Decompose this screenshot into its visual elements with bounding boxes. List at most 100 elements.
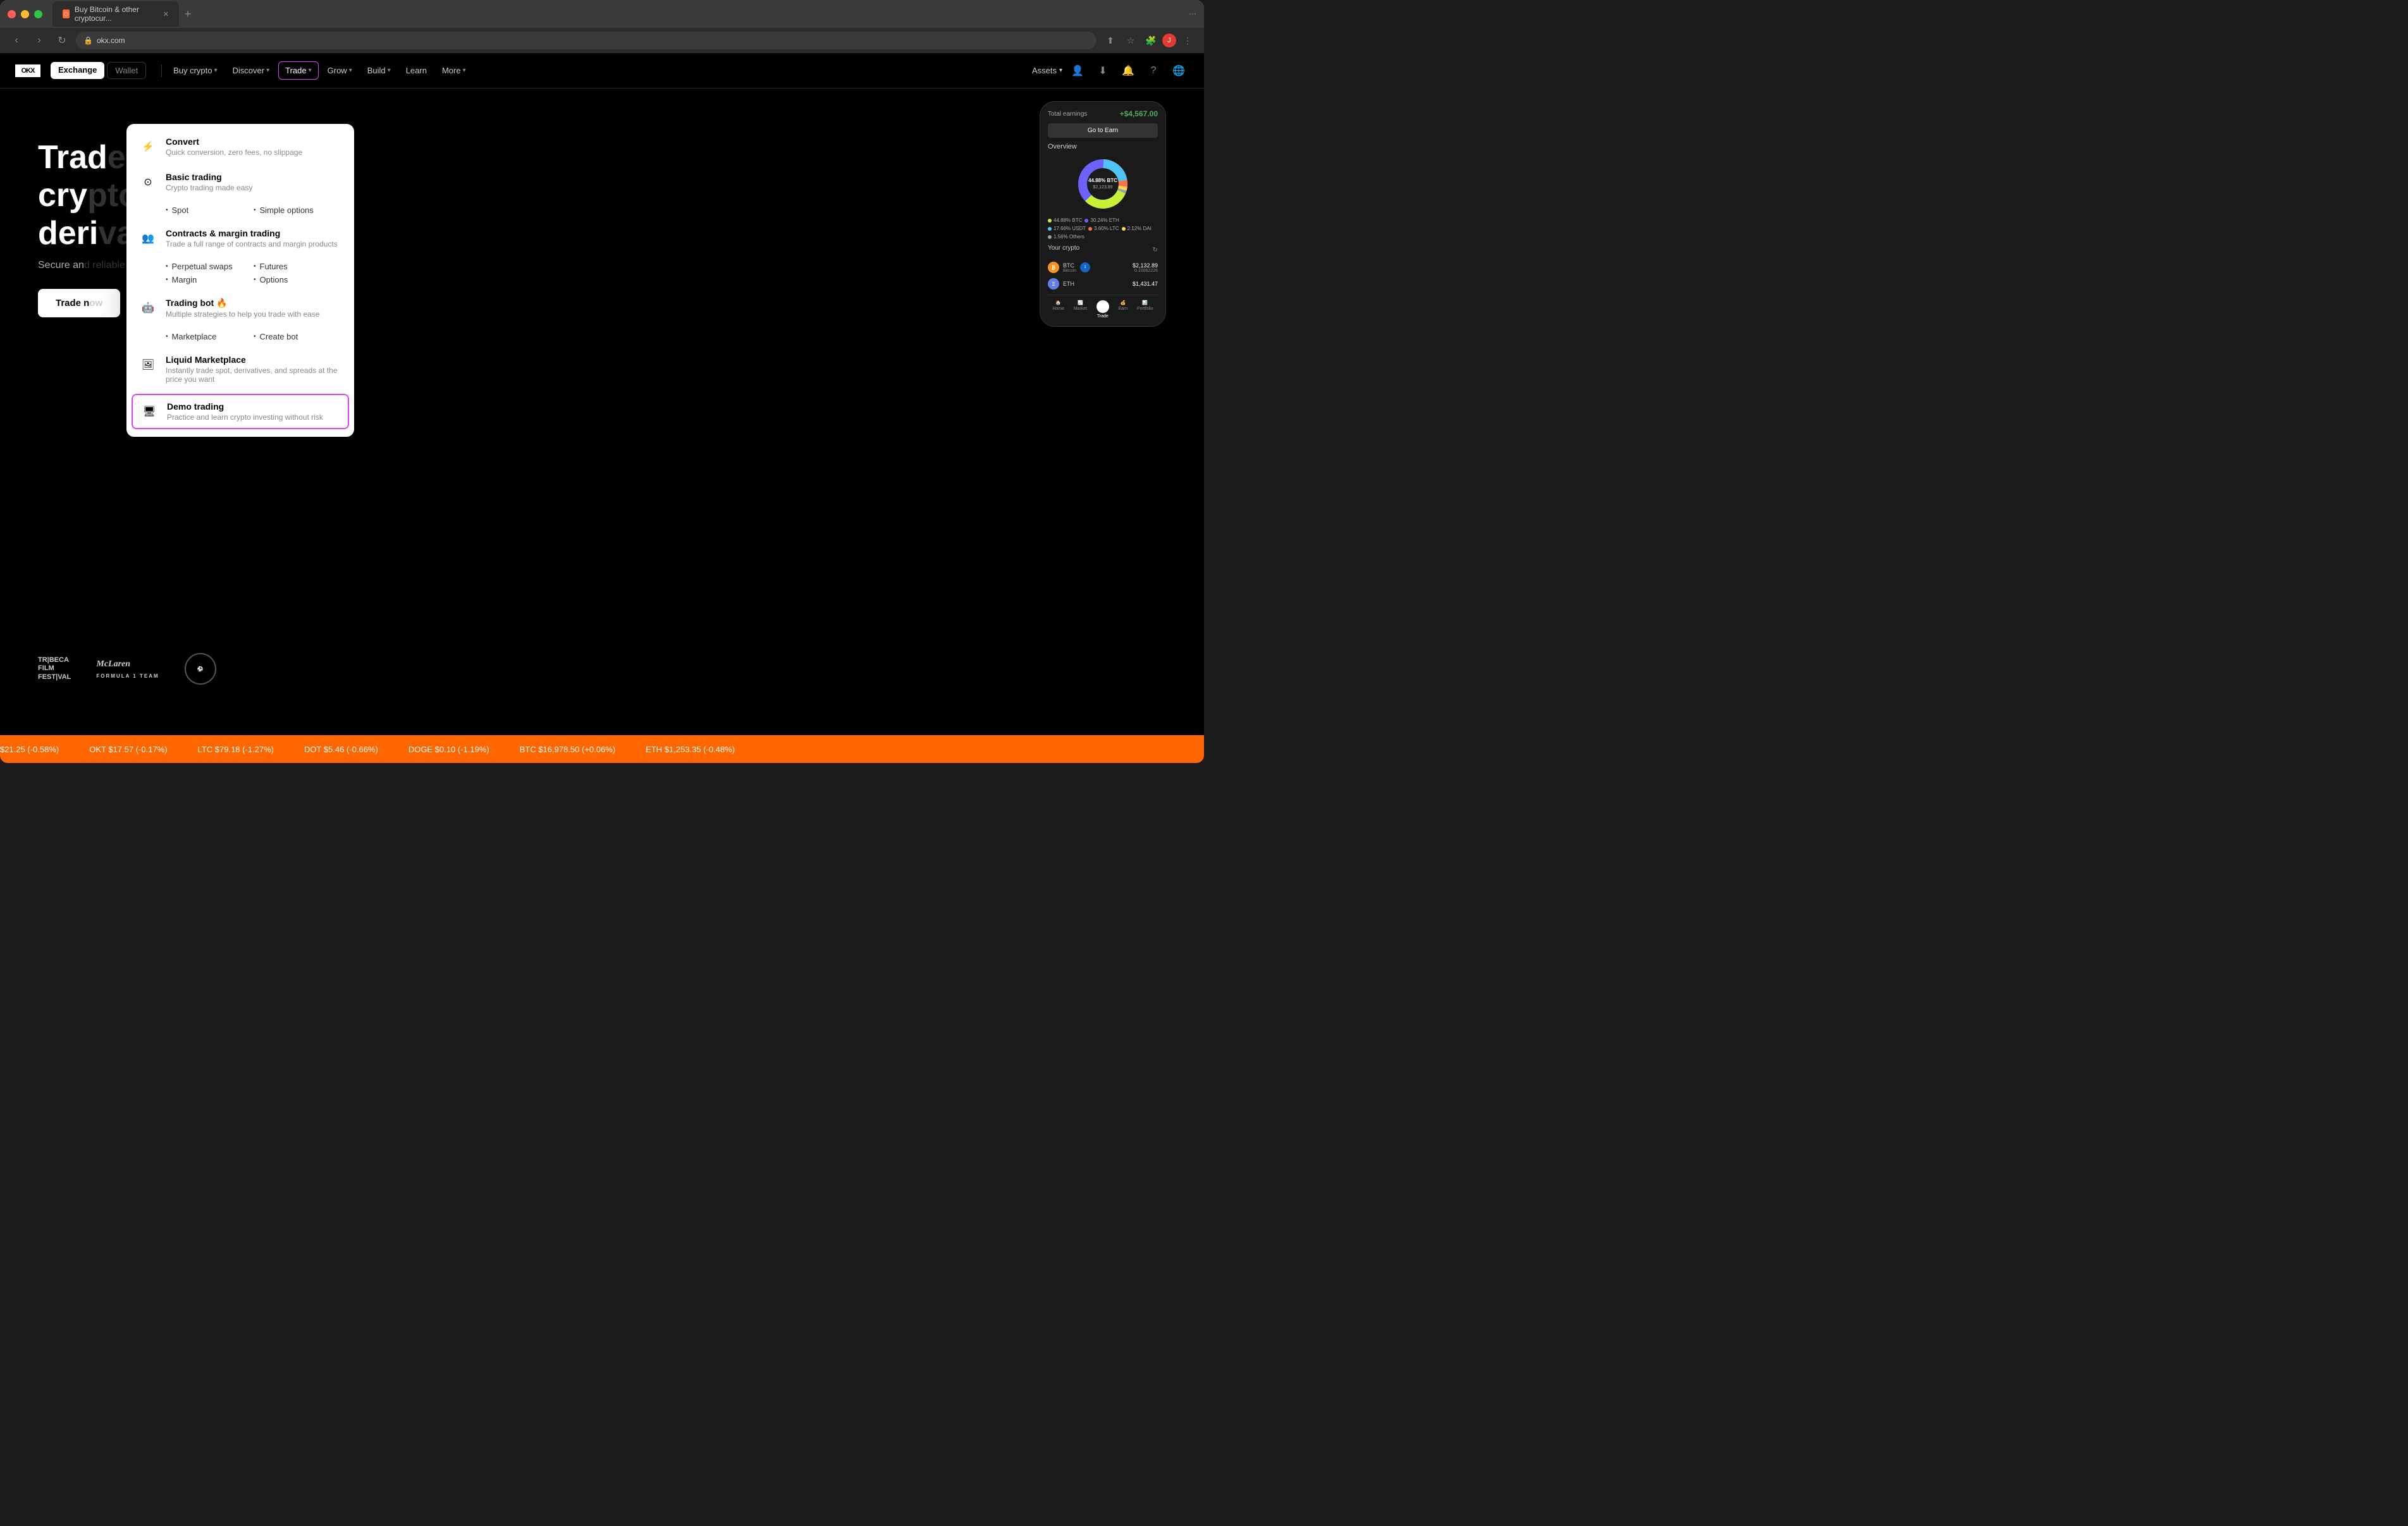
ticker-btc: BTC $16,978.50 (+0.06%) [520,745,615,754]
reload-button[interactable]: ↻ [53,32,71,49]
nav-item-more[interactable]: More ▾ [436,62,472,79]
phone-nav-portfolio[interactable]: 📊 Portfolio [1137,300,1153,319]
demo-trading-desc: Practice and learn crypto investing with… [167,413,340,422]
marketplace-subitem[interactable]: • Marketplace [166,330,254,343]
contracts-menu-item[interactable]: 👥 Contracts & margin trading Trade a ful… [126,221,354,256]
phone-mockup: Total earnings +$4,567.00 Go to Earn Ove… [1040,101,1166,327]
basic-trading-menu-item[interactable]: ⊙ Basic trading Crypto trading made easy [126,164,354,200]
globe-icon[interactable]: 🌐 [1169,61,1189,81]
basic-trading-title: Basic trading [166,172,341,182]
url-text: okx.com [97,36,125,45]
phone-nav-market[interactable]: 📈 Market [1074,300,1087,319]
exchange-pill[interactable]: Exchange [51,62,104,79]
ltc-dot [1088,227,1092,231]
convert-title: Convert [166,137,341,147]
trade-dropdown-menu: ⚡ Convert Quick conversion, zero fees, n… [126,124,354,437]
manchester-city-logo: ⚽ [185,653,216,685]
btc-dot [1048,219,1052,223]
basic-trading-text: Basic trading Crypto trading made easy [166,172,341,192]
phone-earnings-header: Total earnings +$4,567.00 [1048,109,1158,118]
phone-legend: 44.88% BTC 30.24% ETH 17.66% USDT 3.60% … [1048,217,1158,240]
build-chevron: ▾ [388,67,391,74]
demo-trading-menu-item[interactable]: 🖥 Demo trading Practice and learn crypto… [133,395,348,428]
margin-subitem[interactable]: • Margin [166,273,254,286]
btc-icon: ₿ [1048,262,1059,273]
liquid-marketplace-text: Liquid Marketplace Instantly trade spot,… [166,355,341,384]
trading-bot-menu-item[interactable]: 🤖 Trading bot 🔥 Multiple strategies to h… [126,290,354,326]
perpetual-swaps-subitem[interactable]: • Perpetual swaps [166,260,254,273]
simple-options-subitem[interactable]: • Simple options [254,204,341,217]
basic-trading-icon: ⊙ [139,173,157,191]
go-to-earn-button[interactable]: Go to Earn [1048,123,1158,138]
usdt-dot [1048,227,1052,231]
new-tab-button[interactable]: + [179,5,197,23]
okx-logo[interactable]: OKX [15,64,40,77]
help-icon[interactable]: ? [1143,61,1164,81]
eth-dot [1084,219,1088,223]
browser-titlebar: ⬡ Buy Bitcoin & other cryptocur... ✕ + ⋯ [0,0,1204,28]
profile-button[interactable]: J [1162,34,1176,47]
wallet-pill[interactable]: Wallet [107,62,146,79]
hero-cta-button[interactable]: Trade now [38,289,120,317]
phone-overview-label: Overview [1048,143,1158,150]
nav-items: Buy crypto ▾ Discover ▾ Trade ▾ Grow ▾ B… [167,61,1032,80]
nav-item-discover[interactable]: Discover ▾ [226,62,276,79]
nav-item-grow[interactable]: Grow ▾ [321,62,359,79]
tab-bar: ⬡ Buy Bitcoin & other cryptocur... ✕ + [52,1,1184,27]
nav-right: Assets ▾ 👤 ⬇ 🔔 ? 🌐 [1032,61,1189,81]
close-traffic-light[interactable] [8,10,16,18]
earnings-value: +$4,567.00 [1120,109,1158,118]
discover-chevron: ▾ [266,67,269,74]
phone-nav-trade[interactable]: ⬡ Trade [1096,300,1109,319]
demo-trading-text: Demo trading Practice and learn crypto i… [167,401,340,422]
sponsors-section: TR|BECAFILMFEST|VAL McLaren FORMULA 1 TE… [38,653,216,685]
browser-controls: ‹ › ↻ 🔒 okx.com ⬆ ☆ 🧩 J ⋮ [0,28,1204,53]
ticker-dot: DOT $5.46 (-0.66%) [304,745,378,754]
trading-bot-desc: Multiple strategies to help you trade wi… [166,310,341,319]
hero-section: Trade crypto & derivatives Secure and re… [0,89,1204,735]
ticker-eth: ETH $1,253.35 (-0.48%) [646,745,735,754]
bookmark-button[interactable]: ☆ [1122,32,1140,49]
convert-menu-item[interactable]: ⚡ Convert Quick conversion, zero fees, n… [126,129,354,164]
maximize-traffic-light[interactable] [34,10,42,18]
svg-text:44.88% BTC: 44.88% BTC [1088,178,1117,183]
create-bot-subitem[interactable]: • Create bot [254,330,341,343]
legend-usdt: 17.66% USDT [1048,226,1086,231]
menu-button[interactable]: ⋮ [1179,32,1196,49]
address-bar[interactable]: 🔒 okx.com [76,32,1096,49]
nav-item-buy-crypto[interactable]: Buy crypto ▾ [167,62,223,79]
tab-close-button[interactable]: ✕ [163,10,169,18]
spot-subitem[interactable]: • Spot [166,204,254,217]
ticker-okt: OKT $17.57 (-0.17%) [89,745,167,754]
futures-subitem[interactable]: • Futures [254,260,341,273]
nav-item-trade[interactable]: Trade ▾ [278,61,319,80]
assets-button[interactable]: Assets ▾ [1032,66,1062,75]
active-tab[interactable]: ⬡ Buy Bitcoin & other cryptocur... ✕ [52,1,179,27]
download-button[interactable]: ⬇ [1093,61,1113,81]
basic-trading-desc: Crypto trading made easy [166,183,341,192]
liquid-marketplace-icon: 🖼 [139,356,157,374]
extension-button[interactable]: 🧩 [1142,32,1160,49]
user-button[interactable]: 👤 [1067,61,1088,81]
contracts-title: Contracts & margin trading [166,228,341,238]
window-controls: ⋯ [1189,9,1196,18]
share-button[interactable]: ⬆ [1102,32,1119,49]
okx-logo-text: OKX [22,67,35,75]
options-subitem[interactable]: • Options [254,273,341,286]
back-button[interactable]: ‹ [8,32,25,49]
bell-icon[interactable]: 🔔 [1118,61,1138,81]
nav-item-build[interactable]: Build ▾ [361,62,397,79]
forward-button[interactable]: › [30,32,48,49]
nav-item-learn[interactable]: Learn [400,62,433,79]
refresh-icon[interactable]: ↻ [1153,247,1158,253]
liquid-marketplace-title: Liquid Marketplace [166,355,341,365]
phone-nav-home[interactable]: 🏠 Home [1052,300,1064,319]
convert-text: Convert Quick conversion, zero fees, no … [166,137,341,157]
btc-row: ₿ BTC Bitcoin 1 $2,132.89 0.10062226 [1048,259,1158,276]
demo-trading-title: Demo trading [167,401,340,412]
liquid-marketplace-menu-item[interactable]: 🖼 Liquid Marketplace Instantly trade spo… [126,347,354,391]
minimize-traffic-light[interactable] [21,10,29,18]
basic-trading-subitems: • Spot • Simple options [126,200,354,221]
your-crypto-title: Your crypto [1048,245,1079,252]
phone-nav-earn[interactable]: 💰 Earn [1118,300,1127,319]
